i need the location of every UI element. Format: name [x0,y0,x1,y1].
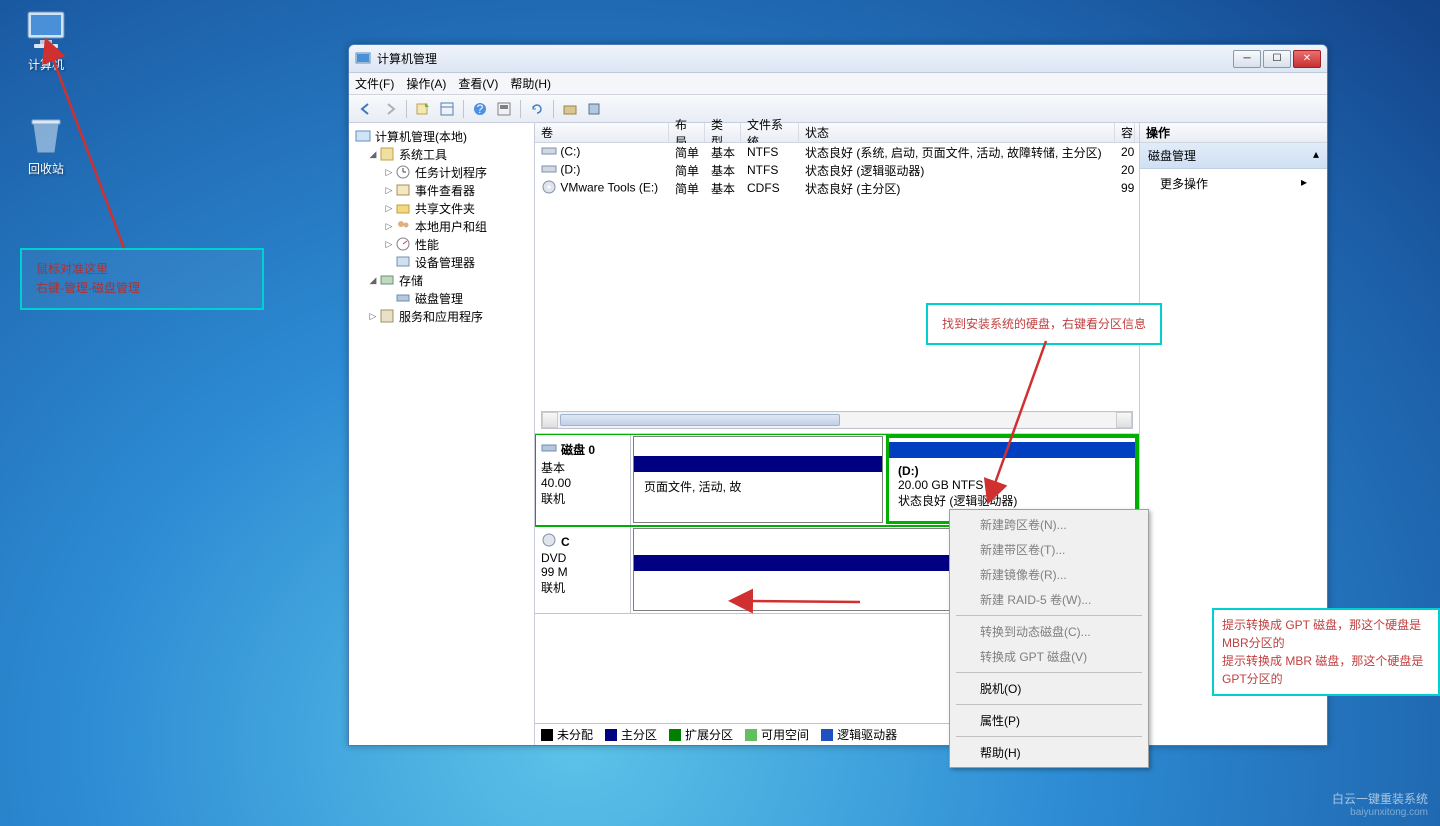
menubar: 文件(F) 操作(A) 查看(V) 帮助(H) [349,73,1327,95]
ctx-new-raid5: 新建 RAID-5 卷(W)... [952,587,1146,612]
scroll-left-button[interactable] [542,412,558,428]
computer-management-window: 计算机管理 ─ ☐ ✕ 文件(F) 操作(A) 查看(V) 帮助(H) ? 计算… [348,44,1328,746]
actions-more[interactable]: 更多操作▸ [1140,169,1327,198]
toolbar-btn[interactable] [559,98,581,120]
tree-perf[interactable]: ▷性能 [351,235,532,253]
volume-list[interactable]: (C:) 简单 基本 NTFS 状态良好 (系统, 启动, 页面文件, 活动, … [535,143,1139,197]
ctx-help[interactable]: 帮助(H) [952,740,1146,765]
menu-action[interactable]: 操作(A) [406,75,446,92]
toolbar-btn[interactable] [412,98,434,120]
legend-logical: 逻辑驱动器 [837,726,897,743]
tree-storage[interactable]: ◢存储 [351,271,532,289]
toolbar: ? [349,95,1327,123]
col-type[interactable]: 类型 [705,123,741,142]
ctx-offline[interactable]: 脱机(O) [952,676,1146,701]
menu-help[interactable]: 帮助(H) [510,75,551,92]
chevron-up-icon: ▴ [1313,147,1319,164]
arrow-to-computer [44,48,154,261]
context-menu[interactable]: 新建跨区卷(N)... 新建带区卷(T)... 新建镜像卷(R)... 新建 R… [949,509,1149,768]
close-button[interactable]: ✕ [1293,50,1321,68]
volume-row[interactable]: (C:) 简单 基本 NTFS 状态良好 (系统, 启动, 页面文件, 活动, … [535,143,1139,161]
cdrom-icon [541,532,557,551]
titlebar[interactable]: 计算机管理 ─ ☐ ✕ [349,45,1327,73]
tree-shared[interactable]: ▷共享文件夹 [351,199,532,217]
menu-view[interactable]: 查看(V) [458,75,498,92]
legend-primary: 主分区 [621,726,657,743]
col-layout[interactable]: 布局 [669,123,705,142]
volume-row[interactable]: VMware Tools (E:) 简单 基本 CDFS 状态良好 (主分区) … [535,179,1139,197]
scroll-right-button[interactable] [1116,412,1132,428]
refresh-button[interactable] [526,98,548,120]
volume-row[interactable]: (D:) 简单 基本 NTFS 状态良好 (逻辑驱动器) 20 [535,161,1139,179]
legend-unalloc: 未分配 [557,726,593,743]
drive-icon [541,161,557,180]
disk-info[interactable]: C DVD 99 M 联机 [535,526,631,613]
col-fs[interactable]: 文件系统 [741,123,799,142]
maximize-button[interactable]: ☐ [1263,50,1291,68]
tree-root[interactable]: 计算机管理(本地) [351,127,532,145]
actions-header: 操作 [1140,123,1327,143]
toolbar-btn[interactable] [436,98,458,120]
tree-devmgr[interactable]: 设备管理器 [351,253,532,271]
minimize-button[interactable]: ─ [1233,50,1261,68]
legend-free: 可用空间 [761,726,809,743]
forward-button[interactable] [379,98,401,120]
disk-icon [541,440,557,459]
watermark: 白云一键重装系统 baiyunxitong.com [1332,790,1428,818]
cdrom-icon [541,179,557,198]
tree-diskmgmt[interactable]: 磁盘管理 [351,289,532,307]
col-capacity[interactable]: 容 [1115,123,1135,142]
actions-diskmgmt[interactable]: 磁盘管理▴ [1140,143,1327,169]
scroll-thumb[interactable] [560,414,840,426]
annotation-gpt-mbr: 提示转换成 GPT 磁盘，那这个硬盘是MBR分区的 提示转换成 MBR 磁盘，那… [1212,608,1440,696]
toolbar-btn[interactable] [583,98,605,120]
partition-c[interactable]: 页面文件, 活动, 故 [633,436,883,523]
toolbar-btn[interactable] [493,98,515,120]
ctx-new-mirror: 新建镜像卷(R)... [952,562,1146,587]
ctx-new-striped: 新建带区卷(T)... [952,537,1146,562]
tree-tasksched[interactable]: ▷任务计划程序 [351,163,532,181]
window-title: 计算机管理 [377,50,1233,67]
arrow-to-disk0 [986,336,1066,499]
ctx-new-spanned: 新建跨区卷(N)... [952,512,1146,537]
ctx-convert-dynamic: 转换到动态磁盘(C)... [952,619,1146,644]
legend-ext: 扩展分区 [685,726,733,743]
help-toolbar-button[interactable]: ? [469,98,491,120]
svg-text:?: ? [477,102,484,116]
computer-icon [22,6,70,54]
menu-file[interactable]: 文件(F) [355,75,394,92]
disk-info[interactable]: 磁盘 0 基本 40.00 联机 [535,434,631,525]
volume-header[interactable]: 卷 布局 类型 文件系统 状态 容 [535,123,1139,143]
col-volume[interactable]: 卷 [535,123,669,142]
tree-localuser[interactable]: ▷本地用户和组 [351,217,532,235]
ctx-properties[interactable]: 属性(P) [952,708,1146,733]
ctx-convert-gpt: 转换成 GPT 磁盘(V) [952,644,1146,669]
tree-svcapp[interactable]: ▷服务和应用程序 [351,307,532,325]
col-status[interactable]: 状态 [799,123,1115,142]
tree-eventviewer[interactable]: ▷事件查看器 [351,181,532,199]
tree-systools[interactable]: ◢系统工具 [351,145,532,163]
navigation-tree[interactable]: 计算机管理(本地) ◢系统工具 ▷任务计划程序 ▷事件查看器 ▷共享文件夹 ▷本… [349,123,535,745]
app-icon [355,51,371,67]
drive-icon [541,143,557,162]
arrow-to-gpt-item [740,597,870,630]
chevron-right-icon: ▸ [1301,175,1307,192]
back-button[interactable] [355,98,377,120]
